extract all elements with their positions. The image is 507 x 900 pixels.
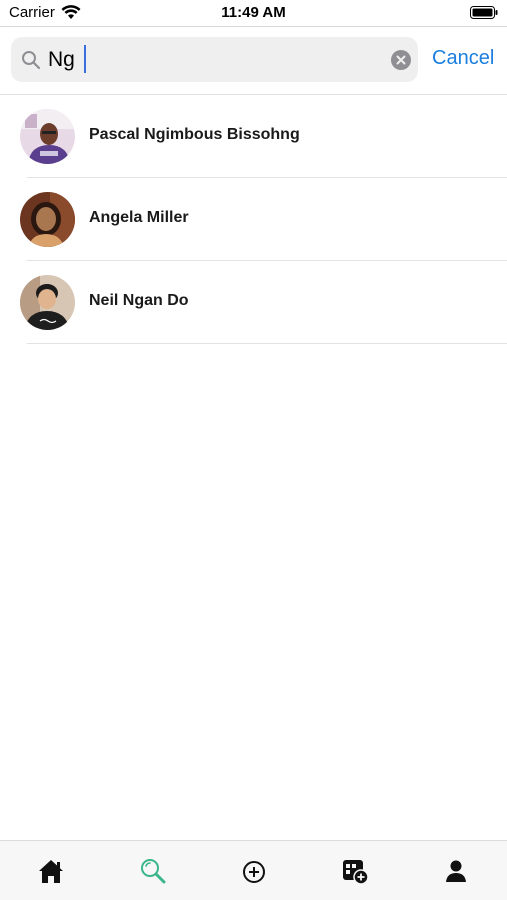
clear-search-icon[interactable] [391,50,411,70]
home-icon[interactable] [37,857,65,885]
battery-icon [470,6,498,19]
avatar [20,275,75,330]
profile-icon[interactable] [442,857,470,885]
row-divider [27,343,507,344]
search-bar: Cancel [11,37,507,82]
list-item[interactable]: Angela Miller [0,178,507,261]
result-name: Neil Ngan Do [89,292,189,309]
search-input[interactable] [48,45,378,75]
result-name: Angela Miller [89,209,189,226]
status-bar: Carrier 11:49 AM [0,0,507,26]
add-icon[interactable] [240,857,268,885]
tab-bar [0,840,507,900]
list-item[interactable]: Neil Ngan Do [0,261,507,344]
avatar [20,109,75,164]
status-time: 11:49 AM [221,4,286,21]
cancel-button[interactable]: Cancel [432,47,494,70]
status-divider [0,26,507,27]
avatar [20,192,75,247]
search-field[interactable] [11,37,418,82]
search-results-list: Pascal Ngimbous Bissohng Angela Miller N… [0,95,507,344]
list-item[interactable]: Pascal Ngimbous Bissohng [0,95,507,178]
magnifier-icon [22,51,41,70]
search-tab-icon[interactable] [139,857,167,885]
calendar-add-icon[interactable] [341,857,369,885]
search-screen: Carrier 11:49 AM Ng Cancel Pascal Ngimbo… [0,0,507,900]
result-name: Pascal Ngimbous Bissohng [89,126,300,143]
text-caret [84,45,86,73]
